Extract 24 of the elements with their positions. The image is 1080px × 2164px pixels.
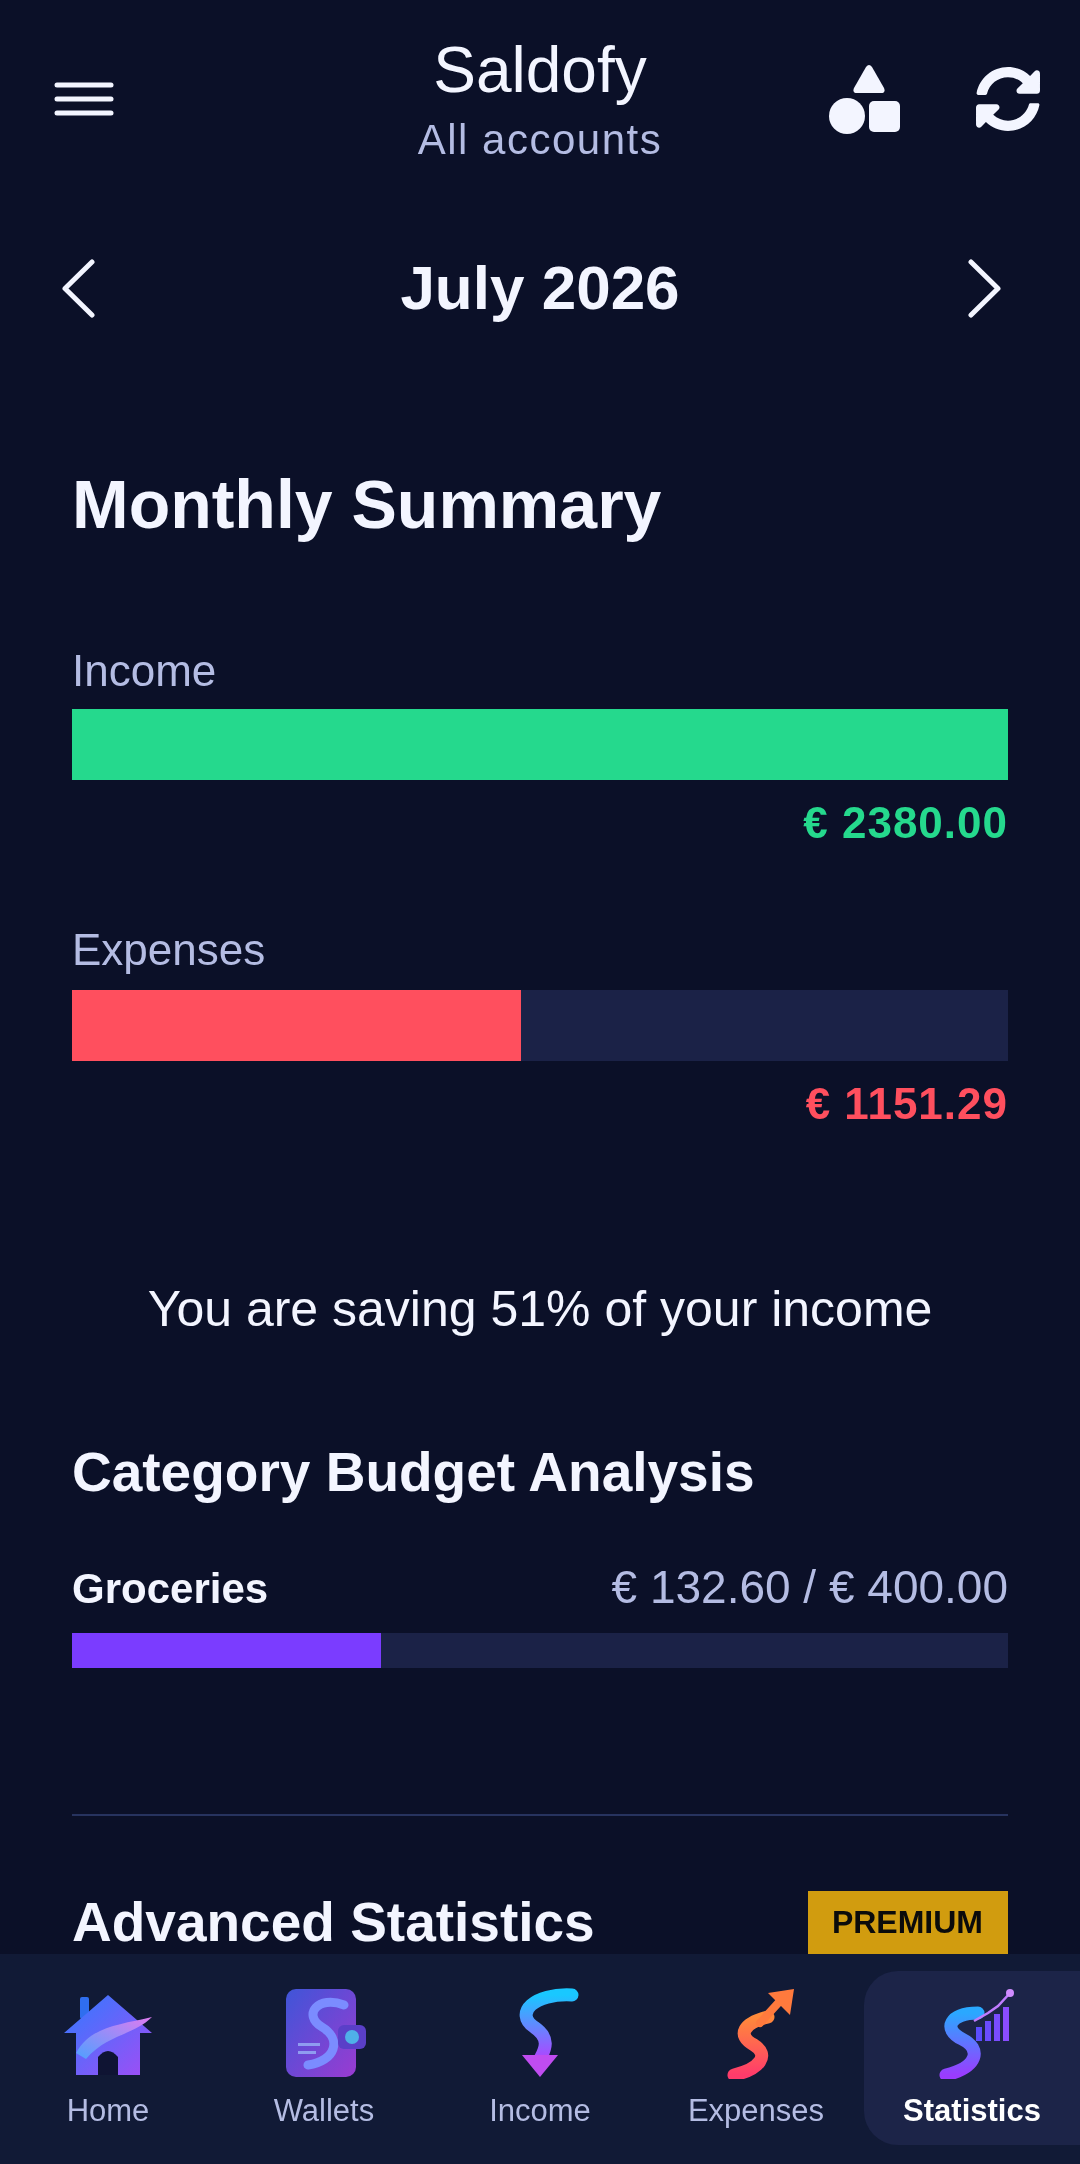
category-name: Groceries xyxy=(72,1564,269,1614)
nav-tab[interactable]: Income xyxy=(432,1971,648,2145)
section-title: Monthly Summary xyxy=(72,465,663,543)
chevron-left-icon[interactable] xyxy=(61,258,95,318)
amount-text: € 2380.00 xyxy=(802,797,1008,849)
month-label: July 2026 xyxy=(400,252,680,324)
amount-text: € 1151.29 xyxy=(804,1078,1008,1130)
nav-tab[interactable]: Home xyxy=(0,1971,216,2145)
account-subtitle: All accounts xyxy=(417,115,663,165)
shapes-icon[interactable] xyxy=(829,63,900,134)
budget-amount: € 132.60 / € 400.00 xyxy=(611,1561,1008,1613)
app-title: Saldofy xyxy=(433,33,647,108)
nav-tab[interactable]: Statistics xyxy=(864,1971,1080,2145)
savings-message: You are saving 51% of your income xyxy=(146,1280,934,1338)
menu-icon[interactable] xyxy=(54,81,114,116)
summary-label: Expenses xyxy=(72,924,267,976)
nav-tab[interactable]: Wallets xyxy=(216,1971,432,2145)
chevron-right-icon[interactable] xyxy=(968,258,1002,318)
summary-label: Income xyxy=(72,645,218,697)
refresh-icon[interactable] xyxy=(975,65,1041,132)
section-title: Advanced Statistics xyxy=(72,1891,595,1954)
section-title: Category Budget Analysis xyxy=(72,1440,756,1504)
nav-tab[interactable]: Expenses xyxy=(648,1971,864,2145)
premium-badge: PREMIUM xyxy=(807,1891,1008,1954)
